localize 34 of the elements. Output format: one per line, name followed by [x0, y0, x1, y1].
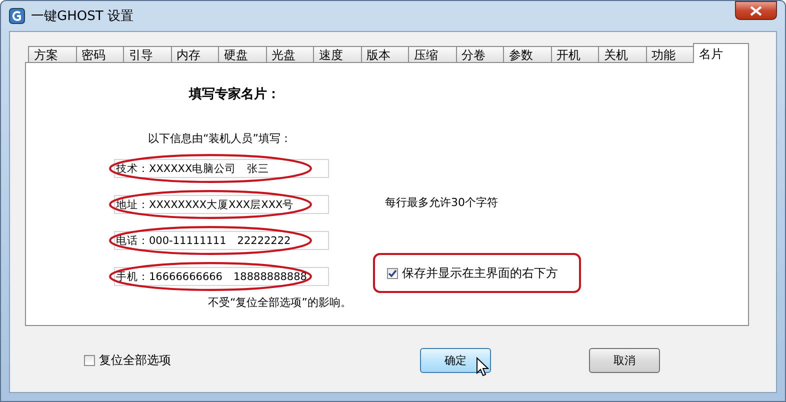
- input-field[interactable]: 技术：XXXXXX电脑公司 张三: [114, 159, 329, 178]
- tab[interactable]: 分卷: [456, 46, 503, 62]
- intro-text: 以下信息由“装机人员”填写：: [148, 131, 292, 146]
- checkbox[interactable]: [387, 268, 398, 278]
- tab[interactable]: 速度: [313, 46, 360, 62]
- tab[interactable]: 方案: [28, 46, 76, 62]
- close-button[interactable]: [735, 1, 777, 20]
- ok-button[interactable]: 确定: [420, 348, 491, 373]
- hint-text: 每行最多允许30个字符: [385, 195, 499, 210]
- tab[interactable]: 引导: [123, 46, 170, 62]
- cursor-icon: [476, 357, 489, 377]
- close-icon: [750, 6, 762, 16]
- tab[interactable]: 版本: [360, 46, 408, 62]
- tab[interactable]: 功能: [646, 46, 693, 62]
- reset-checkbox[interactable]: 复位全部选项: [84, 352, 171, 369]
- checkbox-label: 复位全部选项: [99, 352, 171, 369]
- tab[interactable]: 参数: [503, 46, 550, 62]
- tab[interactable]: 开机: [550, 46, 598, 62]
- tab[interactable]: 名片: [693, 43, 749, 63]
- input-field[interactable]: 手机：16666666666 18888888888: [114, 267, 329, 286]
- note-text: 不受“复位全部选项”的影响。: [208, 295, 352, 310]
- tab[interactable]: 密码: [76, 46, 123, 62]
- tab[interactable]: 硬盘: [218, 46, 266, 62]
- window-title: 一键GHOST 设置: [31, 8, 134, 25]
- input-field[interactable]: 地址：XXXXXXXX大厦XXX层XXX号: [114, 195, 329, 214]
- tab[interactable]: 压缩: [408, 46, 456, 62]
- input-field[interactable]: 电话：000-11111111 22222222: [114, 231, 329, 250]
- tab[interactable]: 关机: [598, 46, 646, 62]
- panel-heading: 填写专家名片：: [189, 86, 281, 103]
- checkbox[interactable]: [84, 355, 95, 366]
- app-icon: [9, 8, 25, 24]
- tab[interactable]: 光盘: [266, 46, 313, 62]
- tab[interactable]: 内存: [170, 46, 218, 62]
- cancel-button[interactable]: 取消: [589, 348, 660, 373]
